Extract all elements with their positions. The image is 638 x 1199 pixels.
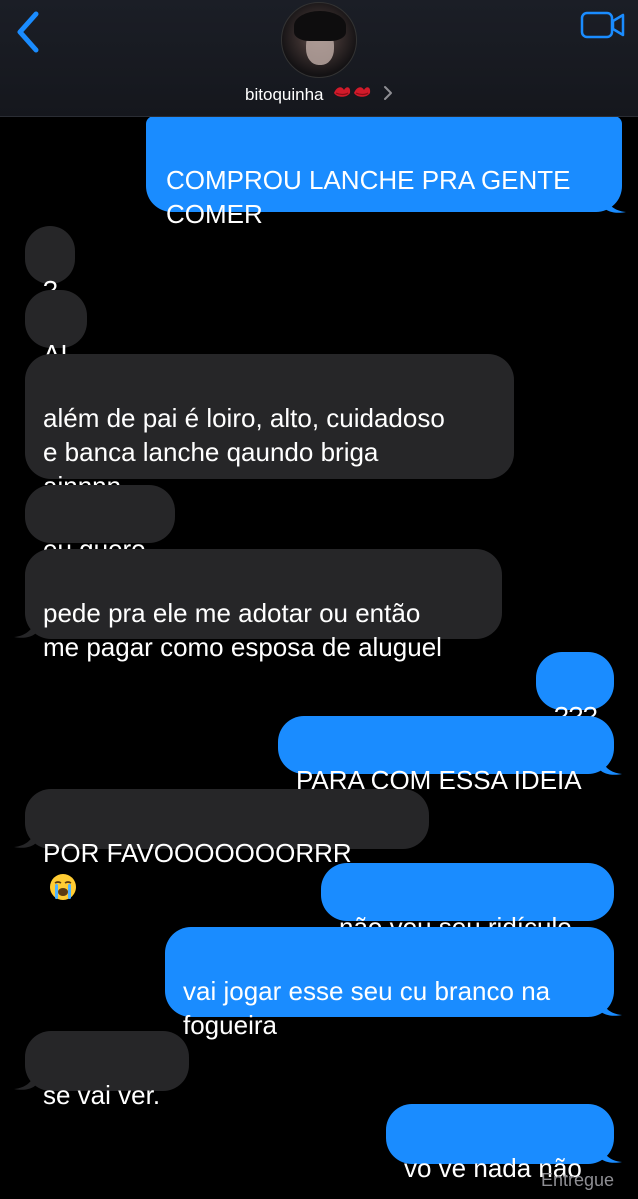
message-text: POR FAVOOOOOOORRR: [43, 838, 352, 868]
message-received[interactable]: ?: [25, 226, 75, 305]
message-text: COMPROU LANCHE PRA GENTE COMER: [166, 165, 571, 229]
message-sent[interactable]: COMPROU LANCHE PRA GENTE COMER: [146, 116, 622, 229]
message-sent[interactable]: vo ve nada não: [386, 1104, 614, 1183]
message-received[interactable]: pede pra ele me adotar ou então me pagar…: [25, 549, 502, 662]
message-received[interactable]: eu quero: [25, 485, 175, 564]
message-sent[interactable]: vai jogar esse seu cu branco na fogueira: [165, 927, 614, 1040]
kiss-mark-icon: [332, 84, 372, 107]
delivery-status: Entregue: [540, 1170, 614, 1190]
message-text: se vai ver.: [43, 1080, 161, 1110]
message-received[interactable]: AI: [25, 290, 87, 369]
chevron-right-icon: [383, 85, 393, 106]
back-button[interactable]: [8, 6, 48, 54]
bubble-tail-icon: [14, 1069, 36, 1090]
contact-name: bitoquinha: [245, 84, 324, 104]
message-text: pede pra ele me adotar ou então me pagar…: [43, 598, 442, 662]
bubble-tail-icon: [604, 192, 626, 213]
message-text: vai jogar esse seu cu branco na fogueira: [183, 976, 551, 1040]
video-call-button[interactable]: [580, 10, 626, 40]
message-received[interactable]: além de pai é loiro, alto, cuidadoso e b…: [25, 354, 514, 533]
bubble-tail-icon: [14, 617, 36, 638]
message-sent[interactable]: ???: [536, 652, 614, 731]
avatar-hair: [294, 11, 346, 41]
video-camera-icon: [580, 11, 625, 39]
bubble-tail-icon: [14, 827, 36, 848]
contact-avatar[interactable]: [281, 2, 357, 78]
conversation-header: bitoquinha: [0, 0, 638, 117]
bubble-tail-icon: [600, 995, 622, 1016]
bubble-tail-icon: [600, 1142, 622, 1163]
message-received[interactable]: POR FAVOOOOOOORRR: [25, 789, 429, 900]
chevron-left-icon: [17, 11, 39, 53]
bubble-tail-icon: [600, 754, 622, 775]
message-sent[interactable]: PARA COM ESSA IDEIA: [278, 716, 614, 795]
loudly-crying-face-emoji: [50, 874, 76, 900]
message-sent[interactable]: não vou seu ridículo: [321, 863, 614, 942]
message-received[interactable]: se vai ver.: [25, 1031, 189, 1110]
contact-name-button[interactable]: bitoquinha: [0, 84, 638, 107]
